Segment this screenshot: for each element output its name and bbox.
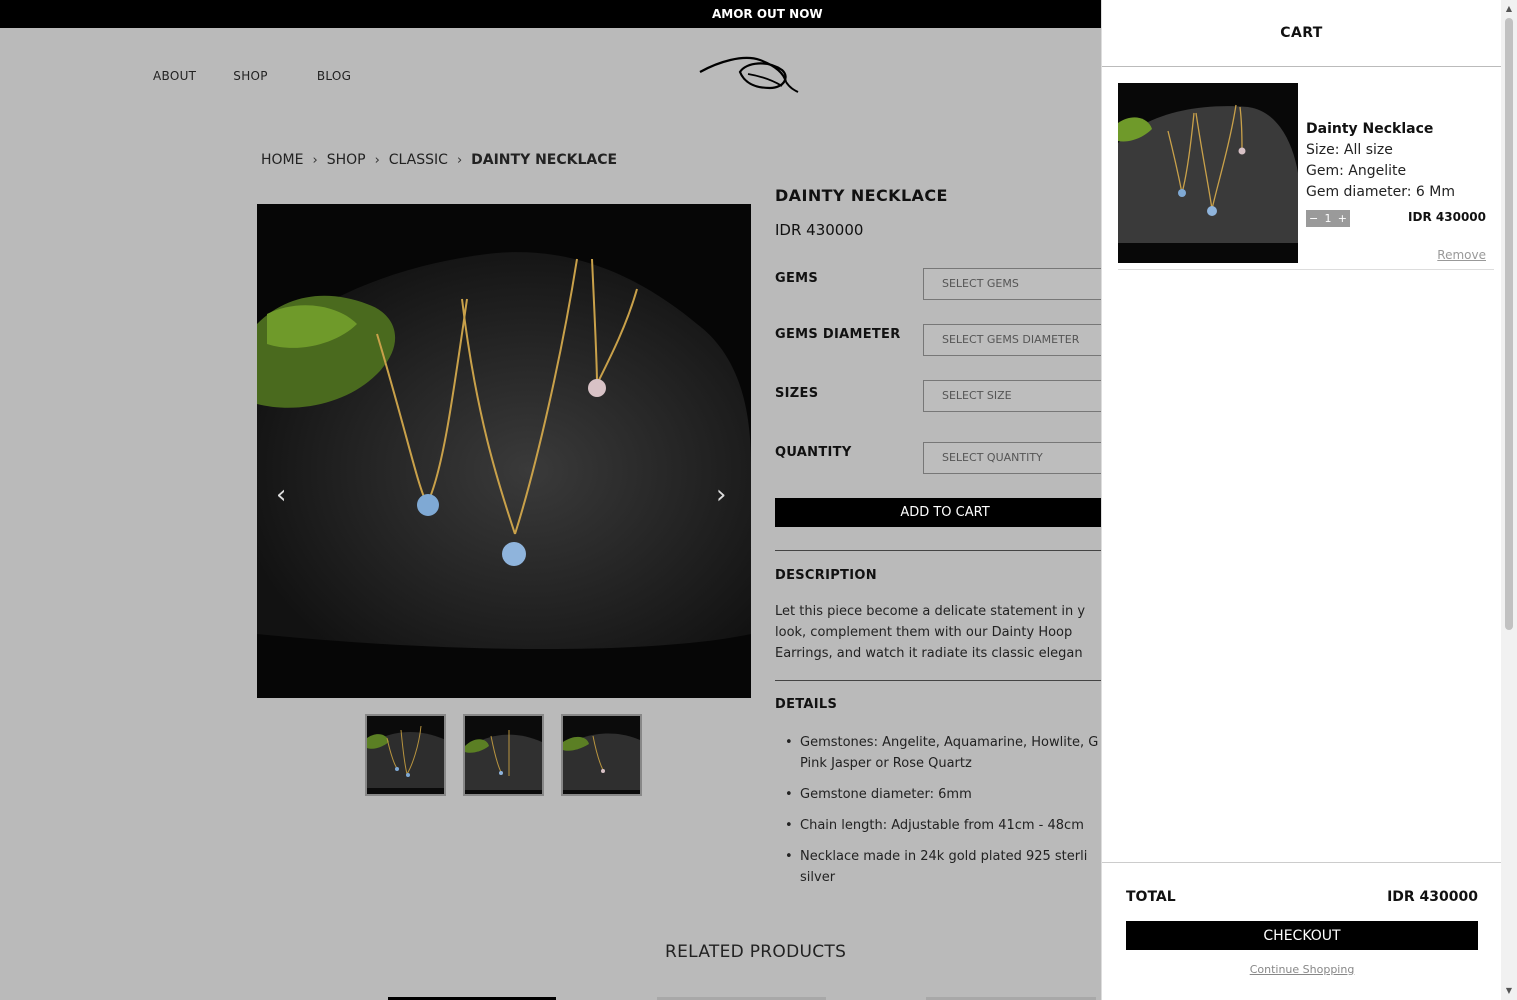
- cart-item: Dainty Necklace Size: All size Gem: Ange…: [1118, 83, 1494, 270]
- cart-item-gem: Gem: Angelite: [1306, 163, 1407, 179]
- quantity-stepper: − 1 +: [1306, 210, 1350, 227]
- product-page: AMOR OUT NOW ABOUT SHOP BLOG HOME › SHOP…: [0, 0, 1101, 1000]
- thumbnail-1[interactable]: [365, 714, 446, 796]
- gems-diameter-label: GEMS DIAMETER: [775, 327, 901, 342]
- breadcrumb-home[interactable]: HOME: [261, 152, 303, 168]
- description-title: DESCRIPTION: [775, 568, 877, 583]
- description-text: Let this piece become a delicate stateme…: [775, 604, 1086, 661]
- brand-logo-icon[interactable]: [698, 52, 802, 96]
- checkout-button[interactable]: CHECKOUT: [1126, 921, 1478, 950]
- breadcrumb-shop[interactable]: SHOP: [327, 152, 366, 168]
- product-image[interactable]: [257, 204, 751, 698]
- scroll-up-icon[interactable]: ▲: [1505, 4, 1513, 13]
- cart-item-price: IDR 430000: [1408, 210, 1486, 224]
- divider: [775, 550, 1101, 551]
- details-title: DETAILS: [775, 697, 838, 712]
- sizes-label: SIZES: [775, 386, 819, 401]
- scroll-down-icon[interactable]: ▼: [1505, 986, 1513, 995]
- list-item: Chain length: Adjustable from 41cm - 48c…: [785, 815, 1101, 836]
- quantity-select[interactable]: SELECT QUANTITY: [923, 442, 1101, 474]
- add-to-cart-button[interactable]: ADD TO CART: [775, 498, 1101, 527]
- cart-item-image[interactable]: [1118, 83, 1298, 263]
- breadcrumb-separator-icon: ›: [374, 152, 380, 168]
- breadcrumb-current: DAINTY NECKLACE: [471, 152, 618, 168]
- cart-drawer: CART Dainty Necklace Size: All size Gem:…: [1101, 0, 1502, 1000]
- gems-diameter-select[interactable]: SELECT GEMS DIAMETER: [923, 324, 1101, 356]
- cart-title: CART: [1102, 0, 1501, 67]
- total-label: TOTAL: [1126, 889, 1176, 905]
- minus-icon[interactable]: −: [1309, 212, 1318, 225]
- thumbnail-strip: [365, 714, 642, 796]
- scrollbar[interactable]: ▲ ▼: [1501, 0, 1517, 1000]
- details-list: Gemstones: Angelite, Aquamarine, Howlite…: [785, 732, 1101, 898]
- gems-label: GEMS: [775, 271, 819, 286]
- cart-footer: TOTAL IDR 430000 CHECKOUT Continue Shopp…: [1102, 862, 1502, 1000]
- continue-shopping-link[interactable]: Continue Shopping: [1102, 963, 1502, 976]
- list-item: Necklace made in 24k gold plated 925 ste…: [785, 846, 1101, 888]
- cart-item-name[interactable]: Dainty Necklace: [1306, 121, 1433, 137]
- related-products-title: RELATED PRODUCTS: [665, 942, 847, 962]
- gallery-prev-icon[interactable]: ‹: [276, 480, 286, 510]
- nav-blog[interactable]: BLOG: [317, 69, 351, 83]
- product-price: IDR 430000: [775, 221, 864, 239]
- product-info: DAINTY NECKLACE IDR 430000: [775, 186, 1101, 239]
- total-value: IDR 430000: [1387, 889, 1478, 905]
- nav-shop[interactable]: SHOP: [233, 69, 268, 83]
- thumbnail-2[interactable]: [463, 714, 544, 796]
- main-nav: ABOUT SHOP BLOG: [153, 69, 351, 83]
- breadcrumb: HOME › SHOP › CLASSIC › DAINTY NECKLACE: [261, 152, 617, 168]
- plus-icon[interactable]: +: [1338, 212, 1347, 225]
- gallery-next-icon[interactable]: ›: [716, 480, 726, 510]
- announcement-text[interactable]: AMOR OUT NOW: [712, 7, 823, 21]
- thumbnail-3[interactable]: [561, 714, 642, 796]
- quantity-value[interactable]: 1: [1325, 212, 1332, 225]
- divider: [775, 680, 1101, 681]
- gems-select[interactable]: SELECT GEMS: [923, 268, 1101, 300]
- necklace-photo: [257, 204, 751, 698]
- product-title: DAINTY NECKLACE: [775, 186, 948, 205]
- list-item: Gemstone diameter: 6mm: [785, 784, 1101, 805]
- breadcrumb-separator-icon: ›: [312, 152, 318, 168]
- breadcrumb-separator-icon: ›: [456, 152, 463, 168]
- breadcrumb-classic[interactable]: CLASSIC: [389, 152, 448, 168]
- nav-about[interactable]: ABOUT: [153, 69, 196, 83]
- list-item: Gemstones: Angelite, Aquamarine, Howlite…: [785, 732, 1101, 774]
- remove-button[interactable]: Remove: [1437, 248, 1486, 262]
- announcement-bar: AMOR OUT NOW: [0, 0, 1101, 28]
- quantity-label: QUANTITY: [775, 445, 852, 460]
- cart-item-diameter: Gem diameter: 6 Mm: [1306, 184, 1456, 200]
- cart-item-size: Size: All size: [1306, 142, 1393, 158]
- size-select[interactable]: SELECT SIZE: [923, 380, 1101, 412]
- scroll-thumb[interactable]: [1505, 18, 1513, 630]
